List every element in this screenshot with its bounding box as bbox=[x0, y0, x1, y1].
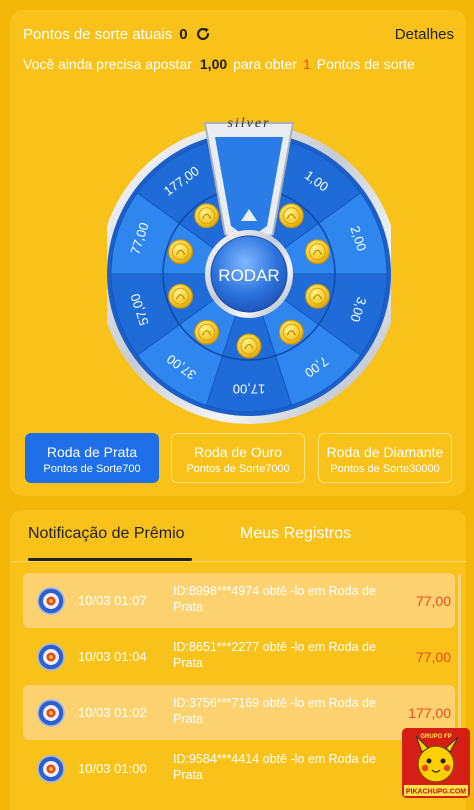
spin-button-label[interactable]: RODAR bbox=[218, 266, 279, 285]
wheel-coin-icon bbox=[168, 283, 194, 309]
wheel-graphic: 0,701,002,003,007,0017,0037,0057,0077,00… bbox=[107, 116, 391, 424]
requirement-text: Você ainda precisa apostar 1,00 para obter… bbox=[23, 56, 415, 72]
prize-coin-icon bbox=[37, 755, 65, 783]
tab-divider bbox=[10, 561, 466, 562]
tab-my-records[interactable]: Meus Registros bbox=[240, 525, 351, 543]
tier-diamond-button[interactable]: Roda de Diamante Pontos de Sorte30000 bbox=[318, 433, 452, 483]
pikachu-logo-icon: GRUPO FP PIKACHUPG.COM bbox=[402, 728, 470, 798]
wheel-prize-label: 17,00 bbox=[233, 382, 266, 397]
tier-name: Roda de Prata bbox=[46, 444, 138, 460]
tab-prize-notifications[interactable]: Notificação de Prêmio bbox=[28, 525, 185, 543]
record-amount: 77,00 bbox=[415, 649, 451, 665]
tier-points: Pontos de Sorte700 bbox=[43, 463, 141, 475]
wheel-coin-icon bbox=[236, 333, 262, 359]
record-description: ID:8651***2277 obtê -lo em Roda de Prata bbox=[173, 640, 376, 670]
lucky-wheel-panel: Pontos de sorte atuais 0 Detalhes Você a… bbox=[10, 10, 466, 496]
record-amount: 177,00 bbox=[408, 705, 451, 721]
refresh-icon[interactable] bbox=[194, 25, 212, 43]
list-item: 10/03 01:02 ID:3756***7169 obtê -lo em R… bbox=[23, 685, 455, 740]
luck-points-row: Pontos de sorte atuais 0 bbox=[23, 25, 212, 43]
wheel-coin-icon bbox=[168, 239, 194, 265]
luck-points-value: 0 bbox=[179, 25, 188, 43]
wheel-coin-icon bbox=[194, 319, 220, 345]
badge-top-text: GRUPO FP bbox=[420, 734, 451, 740]
tier-silver-button[interactable]: Roda de Prata Pontos de Sorte700 bbox=[25, 433, 159, 483]
brand-badge[interactable]: GRUPO FP PIKACHUPG.COM bbox=[402, 728, 470, 798]
requirement-middle: para obter bbox=[233, 56, 297, 72]
record-description: ID:3756***7169 obtê -lo em Roda de Prata bbox=[173, 696, 376, 726]
details-link[interactable]: Detalhes bbox=[395, 26, 454, 43]
wheel-coin-icon bbox=[194, 203, 220, 229]
luck-points-label: Pontos de sorte atuais bbox=[23, 25, 173, 43]
list-item: 10/03 01:07 ID:8998***4974 obtê -lo em R… bbox=[23, 573, 455, 628]
tier-name: Roda de Ouro bbox=[194, 444, 282, 460]
requirement-amount: 1,00 bbox=[199, 56, 228, 72]
wheel-coin-icon bbox=[304, 283, 330, 309]
prize-coin-icon bbox=[37, 587, 65, 615]
prize-wheel: 0,701,002,003,007,0017,0037,0057,0077,00… bbox=[107, 101, 391, 435]
record-description: ID:9584***4414 obtê -lo em Roda de Prata bbox=[173, 752, 376, 782]
record-time: 10/03 01:04 bbox=[78, 649, 147, 664]
record-time: 10/03 01:07 bbox=[78, 593, 147, 608]
record-description: ID:8998***4974 obtê -lo em Roda de Prata bbox=[173, 584, 376, 614]
requirement-points: 1 bbox=[302, 56, 311, 72]
tier-points: Pontos de Sorte7000 bbox=[186, 463, 290, 475]
wheel-tier-selector: Roda de Prata Pontos de Sorte700 Roda de… bbox=[25, 433, 453, 485]
badge-bottom-text: PIKACHUPG.COM bbox=[406, 789, 466, 796]
prize-coin-icon bbox=[37, 699, 65, 727]
record-time: 10/03 01:02 bbox=[78, 705, 147, 720]
record-amount: 77,00 bbox=[415, 593, 451, 609]
wheel-coin-icon bbox=[278, 203, 304, 229]
list-item: 10/03 01:04 ID:8651***2277 obtê -lo em R… bbox=[23, 629, 455, 684]
records-panel: Notificação de Prêmio Meus Registros 10/… bbox=[10, 510, 466, 810]
wheel-tier-label: silver bbox=[227, 116, 270, 131]
prize-coin-icon bbox=[37, 643, 65, 671]
wheel-coin-icon bbox=[304, 239, 330, 265]
record-time: 10/03 01:00 bbox=[78, 761, 147, 776]
list-item: 10/03 01:00 ID:9584***4414 obtê -lo em R… bbox=[23, 741, 455, 796]
requirement-suffix: Pontos de sorte bbox=[316, 56, 415, 72]
tier-points: Pontos de Sorte30000 bbox=[330, 463, 440, 475]
requirement-prefix: Você ainda precisa apostar bbox=[23, 56, 192, 72]
tier-name: Roda de Diamante bbox=[326, 444, 444, 460]
wheel-coin-icon bbox=[278, 319, 304, 345]
tier-gold-button[interactable]: Roda de Ouro Pontos de Sorte7000 bbox=[171, 433, 305, 483]
